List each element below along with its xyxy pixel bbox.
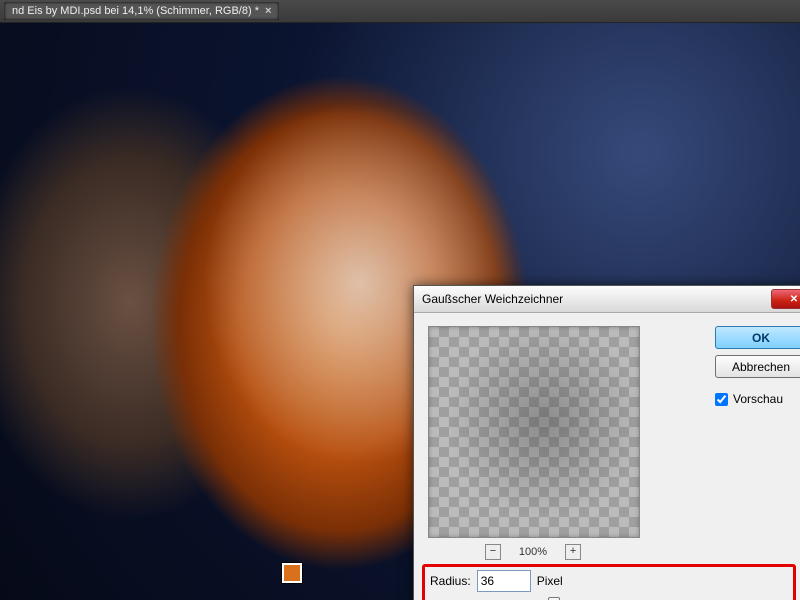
radius-slider[interactable] <box>430 596 780 600</box>
radius-unit: Pixel <box>537 574 563 588</box>
dialog-title: Gaußscher Weichzeichner <box>422 292 771 306</box>
minus-icon: − <box>490 547 497 558</box>
document-tab[interactable]: nd Eis by MDI.psd bei 14,1% (Schimmer, R… <box>4 2 279 20</box>
preview-checkbox-row[interactable]: Vorschau <box>715 392 800 406</box>
dialog-close-button[interactable]: ✕ <box>771 289 800 309</box>
preview-checkbox[interactable] <box>715 393 728 406</box>
document-tab-bar: nd Eis by MDI.psd bei 14,1% (Schimmer, R… <box>0 0 800 23</box>
radius-input[interactable] <box>477 570 531 592</box>
close-tab-icon[interactable]: × <box>265 2 271 20</box>
color-swatch[interactable] <box>282 563 302 583</box>
cancel-button[interactable]: Abbrechen <box>715 355 800 378</box>
dialog-button-column: OK Abbrechen Vorschau <box>715 326 800 406</box>
filter-preview[interactable] <box>428 326 640 538</box>
close-icon: ✕ <box>790 294 798 305</box>
zoom-level: 100% <box>519 546 547 558</box>
ok-button[interactable]: OK <box>715 326 800 349</box>
dialog-titlebar[interactable]: Gaußscher Weichzeichner ✕ <box>414 286 800 313</box>
workspace: Gaußscher Weichzeichner ✕ − 100% + OK Ab… <box>0 23 800 600</box>
zoom-controls: − 100% + <box>428 544 638 560</box>
plus-icon: + <box>570 547 577 558</box>
zoom-out-button[interactable]: − <box>485 544 501 560</box>
radius-label: Radius: <box>430 574 471 588</box>
zoom-in-button[interactable]: + <box>565 544 581 560</box>
document-tab-title: nd Eis by MDI.psd bei 14,1% (Schimmer, R… <box>12 2 259 20</box>
radius-row: Radius: Pixel <box>430 570 563 592</box>
dialog-body: − 100% + OK Abbrechen Vorschau Radius: P… <box>414 312 800 600</box>
gaussian-blur-dialog: Gaußscher Weichzeichner ✕ − 100% + OK Ab… <box>413 285 800 600</box>
preview-checkbox-label: Vorschau <box>733 392 783 406</box>
